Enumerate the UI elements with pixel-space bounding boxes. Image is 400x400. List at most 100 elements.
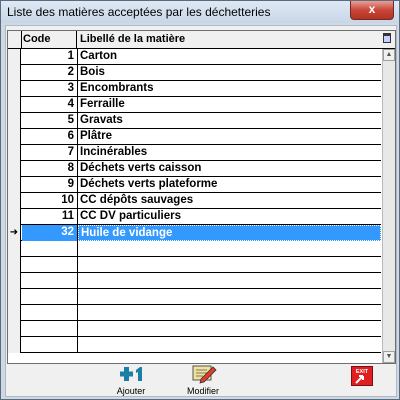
vertical-scrollbar[interactable]: ▲ ▼ [382,49,395,363]
table-row[interactable]: 9 Déchets verts plateforme [8,177,381,193]
cell-code[interactable]: 8 [22,161,78,177]
cell-code[interactable]: 1 [22,49,78,65]
table-row[interactable]: 3 Encombrants [8,81,381,97]
cell-code[interactable] [22,257,78,273]
cell-code[interactable]: 6 [22,129,78,145]
cell-label[interactable] [78,273,381,289]
row-selector[interactable]: ➜ [8,225,21,241]
cell-code[interactable]: 9 [22,177,78,193]
exit-button[interactable]: EXIT [351,366,373,396]
table-row[interactable]: 8 Déchets verts caisson [8,161,381,177]
row-selector[interactable] [8,337,21,353]
row-selector[interactable] [8,257,21,273]
cell-code[interactable] [22,337,78,353]
app-window: Liste des matières acceptées par les déc… [0,0,400,400]
cell-label[interactable] [78,337,381,353]
row-selector-header [8,31,22,48]
cell-code[interactable]: 7 [22,145,78,161]
empty-table-row[interactable] [8,305,381,321]
add-icon [120,367,142,381]
table-row[interactable]: 11 CC DV particuliers [8,209,381,225]
row-selector[interactable] [8,97,21,113]
table-header: Code Libellé de la matière [8,31,395,49]
add-button[interactable]: Ajouter [106,366,156,396]
table-row[interactable]: 4 Ferraille [8,97,381,113]
cell-code[interactable]: 4 [22,97,78,113]
cell-label[interactable]: CC dépôts sauvages [78,193,381,209]
cell-label[interactable] [78,241,381,257]
cell-label[interactable] [78,257,381,273]
row-selector[interactable] [8,113,21,129]
empty-table-row[interactable] [8,257,381,273]
cell-label[interactable]: Incinérables [78,145,381,161]
title-bar: Liste des matières acceptées par les déc… [1,1,399,23]
empty-table-row[interactable] [8,241,381,257]
cell-code[interactable] [22,273,78,289]
column-header-label[interactable]: Libellé de la matière [78,31,378,48]
edit-icon [192,365,217,384]
cell-code[interactable] [22,289,78,305]
row-selector[interactable] [8,161,21,177]
table-row[interactable]: 10 CC dépôts sauvages [8,193,381,209]
row-selector[interactable] [8,145,21,161]
cell-code[interactable]: 2 [22,65,78,81]
materials-table: Code Libellé de la matière 1 Carton 2 Bois 3… [7,30,396,364]
cell-label[interactable]: Gravats [78,113,381,129]
row-selector[interactable] [8,65,21,81]
scroll-up-button[interactable]: ▲ [383,49,395,61]
cell-label[interactable] [78,321,381,337]
row-selector[interactable] [8,193,21,209]
add-button-label: Ajouter [116,386,146,396]
exit-icon: EXIT [351,366,373,386]
row-selector[interactable] [8,129,21,145]
cell-label[interactable]: Huile de vidange [78,225,381,241]
cell-code[interactable]: 3 [22,81,78,97]
close-button[interactable]: x [350,1,394,20]
edit-button-label: Modifier [186,386,219,396]
table-row[interactable]: 6 Plâtre [8,129,381,145]
row-selector[interactable] [8,321,21,337]
toolbar: Ajouter Modifier EXIT [6,365,396,396]
scroll-down-button[interactable]: ▼ [383,351,395,363]
cell-label[interactable] [78,305,381,321]
row-selector[interactable] [8,305,21,321]
table-row[interactable]: 2 Bois [8,65,381,81]
cell-label[interactable]: Encombrants [78,81,381,97]
empty-table-row[interactable] [8,273,381,289]
cell-label[interactable]: CC DV particuliers [78,209,381,225]
cell-code[interactable]: 32 [22,225,78,241]
cell-code[interactable]: 11 [22,209,78,225]
cell-label[interactable]: Déchets verts plateforme [78,177,381,193]
table-row[interactable]: ➜ 32 Huile de vidange [8,225,381,241]
cell-code[interactable]: 10 [22,193,78,209]
cell-label[interactable]: Déchets verts caisson [78,161,381,177]
row-selector[interactable] [8,49,21,65]
row-selector[interactable] [8,209,21,225]
table-row[interactable]: 5 Gravats [8,113,381,129]
row-selector[interactable] [8,273,21,289]
cell-code[interactable] [22,321,78,337]
empty-table-row[interactable] [8,321,381,337]
row-selector[interactable] [8,289,21,305]
row-selector[interactable] [8,81,21,97]
svg-text:EXIT: EXIT [356,369,369,375]
row-selector[interactable] [8,241,21,257]
column-header-code[interactable]: Code [22,31,77,48]
table-body: 1 Carton 2 Bois 3 Encombrants 4 Ferraille 5 Grava… [8,49,381,363]
current-row-arrow-icon: ➜ [9,227,19,238]
trash-icon[interactable] [383,33,391,43]
edit-button[interactable]: Modifier [178,365,228,396]
empty-table-row[interactable] [8,337,381,353]
cell-label[interactable]: Bois [78,65,381,81]
cell-label[interactable]: Carton [78,49,381,65]
cell-label[interactable]: Ferraille [78,97,381,113]
table-row[interactable]: 1 Carton [8,49,381,65]
cell-code[interactable] [22,305,78,321]
cell-code[interactable] [22,241,78,257]
cell-code[interactable]: 5 [22,113,78,129]
cell-label[interactable] [78,289,381,305]
empty-table-row[interactable] [8,289,381,305]
cell-label[interactable]: Plâtre [78,129,381,145]
table-row[interactable]: 7 Incinérables [8,145,381,161]
row-selector[interactable] [8,177,21,193]
